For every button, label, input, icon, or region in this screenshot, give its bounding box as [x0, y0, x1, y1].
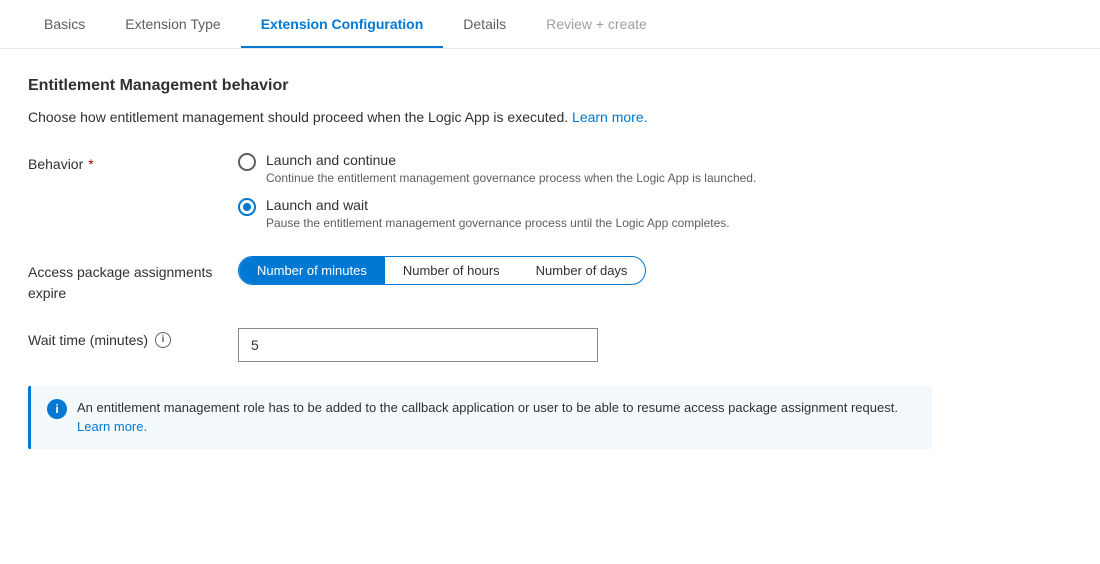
- radio-launch-continue[interactable]: Launch and continue Continue the entitle…: [238, 152, 932, 187]
- wait-time-label: Wait time (minutes) i: [28, 328, 238, 348]
- wait-time-info-icon[interactable]: i: [155, 332, 171, 348]
- behavior-label: Behavior *: [28, 152, 238, 172]
- expire-row: Access package assignments expire Number…: [28, 256, 932, 304]
- section-title: Entitlement Management behavior: [28, 77, 932, 95]
- wait-time-input-container: 5: [238, 328, 932, 362]
- description: Choose how entitlement management should…: [28, 107, 932, 128]
- required-marker: *: [88, 156, 93, 172]
- tab-basics[interactable]: Basics: [24, 0, 105, 48]
- expire-toggle-group: Number of minutes Number of hours Number…: [238, 256, 646, 285]
- toggle-minutes[interactable]: Number of minutes: [239, 257, 385, 284]
- info-icon: i: [47, 399, 67, 419]
- tab-details[interactable]: Details: [443, 0, 526, 48]
- description-text: Choose how entitlement management should…: [28, 109, 568, 125]
- tab-review-create: Review + create: [526, 0, 667, 48]
- tab-extension-configuration[interactable]: Extension Configuration: [241, 0, 444, 48]
- toggle-group-container: Number of minutes Number of hours Number…: [238, 256, 932, 285]
- info-bar: i An entitlement management role has to …: [28, 386, 932, 449]
- toggle-hours[interactable]: Number of hours: [385, 257, 518, 284]
- radio-title-launch-wait: Launch and wait: [266, 197, 730, 213]
- behavior-row: Behavior * Launch and continue Continue …: [28, 152, 932, 232]
- toggle-days[interactable]: Number of days: [518, 257, 646, 284]
- wait-time-input[interactable]: 5: [238, 328, 598, 362]
- main-content: Entitlement Management behavior Choose h…: [0, 49, 960, 473]
- radio-title-launch-continue: Launch and continue: [266, 152, 756, 168]
- learn-more-link-bottom[interactable]: Learn more.: [77, 419, 147, 434]
- info-bar-text: An entitlement management role has to be…: [77, 398, 916, 437]
- nav-tabs: Basics Extension Type Extension Configur…: [0, 0, 1100, 49]
- radio-circle-launch-continue: [238, 153, 256, 171]
- radio-launch-wait[interactable]: Launch and wait Pause the entitlement ma…: [238, 197, 932, 232]
- learn-more-link-top[interactable]: Learn more.: [572, 109, 647, 125]
- expire-label: Access package assignments expire: [28, 256, 238, 304]
- radio-circle-launch-wait: [238, 198, 256, 216]
- radio-subtitle-launch-continue: Continue the entitlement management gove…: [266, 170, 756, 187]
- tab-extension-type[interactable]: Extension Type: [105, 0, 240, 48]
- wait-time-row: Wait time (minutes) i 5: [28, 328, 932, 362]
- radio-subtitle-launch-wait: Pause the entitlement management governa…: [266, 215, 730, 232]
- behavior-radio-group: Launch and continue Continue the entitle…: [238, 152, 932, 232]
